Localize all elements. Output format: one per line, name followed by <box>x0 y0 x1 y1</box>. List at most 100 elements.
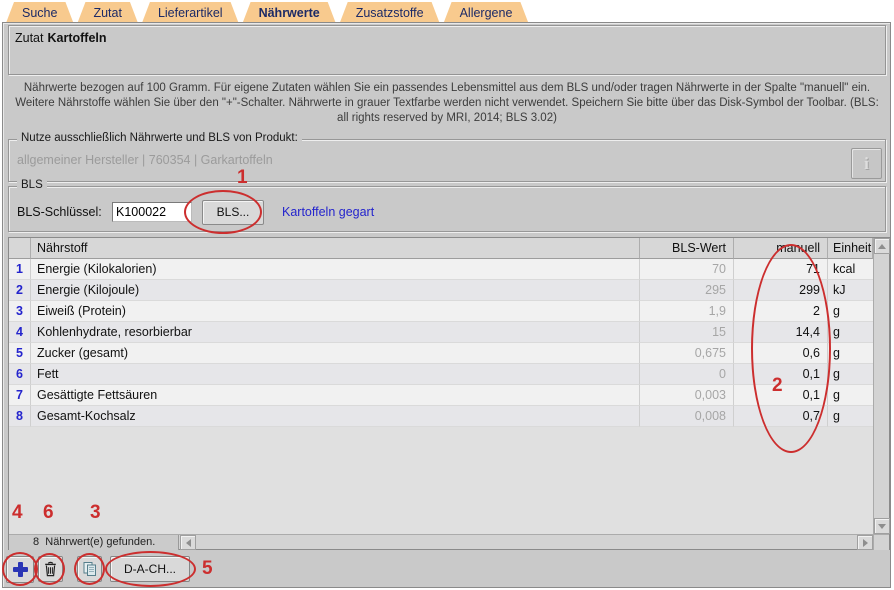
unit-cell: g <box>828 406 873 427</box>
arrow-up-icon <box>878 243 886 249</box>
row-number-cell: 2 <box>9 280 31 301</box>
status-text: Nährwert(e) gefunden. <box>45 536 156 548</box>
tab-zutat[interactable]: Zutat <box>77 2 138 23</box>
table-row[interactable]: 6 Fett 0 0,1 g <box>9 364 873 385</box>
nutrient-name-cell: Gesamt-Kochsalz <box>31 406 640 427</box>
unit-cell: g <box>828 364 873 385</box>
status-bar: 8 Nährwert(e) gefunden. <box>9 535 179 550</box>
copy-icon <box>83 562 96 576</box>
info-icon: i <box>864 153 869 173</box>
tab-naehrwerte[interactable]: Nährwerte <box>243 2 336 23</box>
bls-groupbox: BLS BLS-Schlüssel: BLS... Kartoffeln geg… <box>8 179 886 232</box>
scroll-left-button[interactable] <box>180 535 196 550</box>
dach-reference-button[interactable]: D-A-CH... <box>110 556 190 582</box>
ingredient-header-box: Zutat Kartoffeln <box>8 25 886 75</box>
plus-icon <box>12 562 28 577</box>
nutrient-name-cell: Zucker (gesamt) <box>31 343 640 364</box>
row-number-cell: 6 <box>9 364 31 385</box>
arrow-right-icon <box>862 538 868 547</box>
tab-zusatzstoffe[interactable]: Zusatzstoffe <box>340 2 440 23</box>
bls-value-cell: 0,003 <box>640 385 734 406</box>
add-nutrient-button[interactable] <box>6 556 34 583</box>
table-body: 1 Energie (Kilokalorien) 70 71 kcal 2 Energie … <box>9 259 873 427</box>
table-header-row: Nährstoff BLS-Wert manuell Einheit <box>9 238 873 259</box>
header-row-number <box>9 238 31 259</box>
table-bottom-strip: 8 Nährwert(e) gefunden. <box>9 534 889 550</box>
copy-nutrients-button[interactable] <box>77 556 102 582</box>
unit-cell: g <box>828 301 873 322</box>
manual-value-cell[interactable]: 71 <box>734 259 828 280</box>
nutrient-name-cell: Fett <box>31 364 640 385</box>
scrollbar-corner <box>873 535 889 550</box>
tab-bar: Suche Zutat Lieferartikel Nährwerte Zusa… <box>6 2 528 23</box>
trash-icon <box>45 561 56 577</box>
instructions-text: Nährwerte bezogen auf 100 Gramm. Für eig… <box>15 82 879 124</box>
nutrient-grid: Nährstoff BLS-Wert manuell Einheit 1 Ener… <box>9 238 873 534</box>
row-number-cell: 1 <box>9 259 31 280</box>
bls-key-input[interactable] <box>112 202 192 222</box>
product-value: allgemeiner Hersteller | 760354 | Garkar… <box>17 153 273 167</box>
table-row[interactable]: 5 Zucker (gesamt) 0,675 0,6 g <box>9 343 873 364</box>
delete-nutrient-button[interactable] <box>38 556 63 582</box>
table-row[interactable]: 7 Gesättigte Fettsäuren 0,003 0,1 g <box>9 385 873 406</box>
table-row[interactable]: 2 Energie (Kilojoule) 295 299 kJ <box>9 280 873 301</box>
unit-cell: kJ <box>828 280 873 301</box>
nutrient-name-cell: Eiweiß (Protein) <box>31 301 640 322</box>
row-number-cell: 8 <box>9 406 31 427</box>
table-row[interactable]: 4 Kohlenhydrate, resorbierbar 15 14,4 g <box>9 322 873 343</box>
ingredient-label: Zutat <box>15 31 44 45</box>
arrow-down-icon <box>878 523 886 529</box>
unit-cell: g <box>828 343 873 364</box>
bls-key-label: BLS-Schlüssel: <box>17 205 102 219</box>
nutrient-name-cell: Kohlenhydrate, resorbierbar <box>31 322 640 343</box>
bls-food-name: Kartoffeln gegart <box>282 205 375 219</box>
row-number-cell: 7 <box>9 385 31 406</box>
bls-value-cell: 0,008 <box>640 406 734 427</box>
tab-suche[interactable]: Suche <box>6 2 73 23</box>
row-number-cell: 5 <box>9 343 31 364</box>
manual-value-cell[interactable]: 0,7 <box>734 406 828 427</box>
unit-cell: kcal <box>828 259 873 280</box>
bls-value-cell: 295 <box>640 280 734 301</box>
bls-value-cell: 0 <box>640 364 734 385</box>
header-unit[interactable]: Einheit <box>828 238 873 259</box>
nutrient-table: Nährstoff BLS-Wert manuell Einheit 1 Ener… <box>8 237 890 550</box>
tab-lieferartikel[interactable]: Lieferartikel <box>142 2 239 23</box>
bls-groupbox-legend: BLS <box>17 179 47 191</box>
bls-button[interactable]: BLS... <box>202 199 264 225</box>
manual-value-cell[interactable]: 14,4 <box>734 322 828 343</box>
table-row[interactable]: 3 Eiweiß (Protein) 1,9 2 g <box>9 301 873 322</box>
unit-cell: g <box>828 322 873 343</box>
bls-value-cell: 0,675 <box>640 343 734 364</box>
manual-value-cell[interactable]: 0,1 <box>734 364 828 385</box>
table-row[interactable]: 8 Gesamt-Kochsalz 0,008 0,7 g <box>9 406 873 427</box>
nutrition-values-screen: Suche Zutat Lieferartikel Nährwerte Zusa… <box>0 0 894 590</box>
ingredient-name: Kartoffeln <box>47 31 107 45</box>
scroll-down-button[interactable] <box>874 518 890 534</box>
nutrient-name-cell: Energie (Kilokalorien) <box>31 259 640 280</box>
header-bls-value[interactable]: BLS-Wert <box>640 238 734 259</box>
status-count: 8 <box>33 536 40 548</box>
manual-value-cell[interactable]: 299 <box>734 280 828 301</box>
manual-value-cell[interactable]: 0,6 <box>734 343 828 364</box>
bls-value-cell: 1,9 <box>640 301 734 322</box>
row-number-cell: 3 <box>9 301 31 322</box>
unit-cell: g <box>828 385 873 406</box>
bls-value-cell: 70 <box>640 259 734 280</box>
row-number-cell: 4 <box>9 322 31 343</box>
scroll-right-button[interactable] <box>857 535 873 550</box>
bls-value-cell: 15 <box>640 322 734 343</box>
header-nutrient[interactable]: Nährstoff <box>31 238 640 259</box>
manual-value-cell[interactable]: 0,1 <box>734 385 828 406</box>
arrow-left-icon <box>185 538 191 547</box>
scroll-up-button[interactable] <box>874 238 890 254</box>
nutrient-name-cell: Gesättigte Fettsäuren <box>31 385 640 406</box>
table-row[interactable]: 1 Energie (Kilokalorien) 70 71 kcal <box>9 259 873 280</box>
tab-allergene[interactable]: Allergene <box>444 2 529 23</box>
nutrient-name-cell: Energie (Kilojoule) <box>31 280 640 301</box>
manual-value-cell[interactable]: 2 <box>734 301 828 322</box>
header-manual-value[interactable]: manuell <box>734 238 828 259</box>
product-groupbox-legend: Nutze ausschließlich Nährwerte und BLS v… <box>17 132 302 144</box>
vertical-scrollbar[interactable] <box>873 238 890 534</box>
info-button[interactable]: i <box>851 148 882 179</box>
